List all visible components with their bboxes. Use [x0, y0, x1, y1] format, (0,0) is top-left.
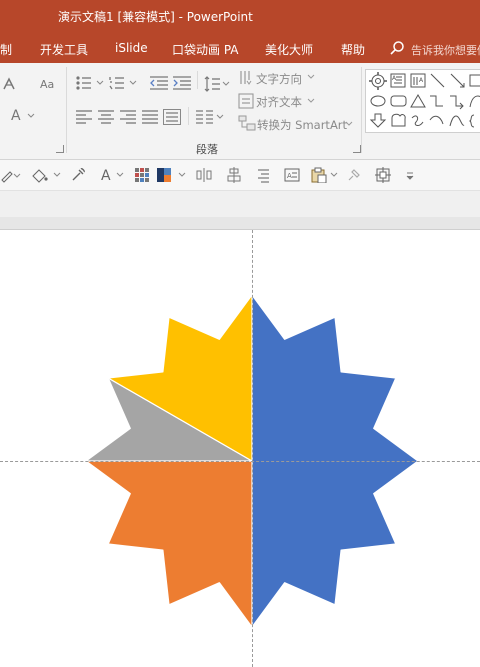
ruler: [0, 191, 480, 217]
rounded-rectangle-icon[interactable]: [390, 95, 407, 107]
curve-connector-icon[interactable]: [469, 95, 480, 108]
curve-icon[interactable]: [449, 115, 465, 127]
arrow-line-icon[interactable]: [450, 73, 465, 88]
select-pane-icon[interactable]: [375, 167, 391, 188]
smartart-icon[interactable]: [238, 115, 256, 131]
ribbon-separator: [188, 107, 189, 125]
svg-text:Aa: Aa: [40, 78, 54, 91]
font-color-icon[interactable]: A: [100, 167, 126, 188]
tab-developer[interactable]: 开发工具: [40, 41, 88, 58]
title-bar: 演示文稿1 [兼容模式] - PowerPoint: [0, 0, 480, 33]
numbering-icon[interactable]: [109, 76, 139, 90]
down-arrow-shape-icon[interactable]: [369, 113, 387, 128]
tab-islide[interactable]: iSlide: [115, 41, 148, 55]
triangle-icon[interactable]: [410, 94, 426, 108]
ribbon-separator: [66, 67, 67, 153]
bullets-icon[interactable]: [76, 76, 106, 90]
chevron-down-icon[interactable]: [307, 96, 315, 104]
svg-text:A: A: [11, 108, 21, 123]
shape-fill-icon[interactable]: [30, 167, 62, 188]
tab-record[interactable]: 制: [0, 41, 12, 58]
svg-text:A: A: [101, 168, 111, 183]
brace-icon[interactable]: [468, 114, 475, 128]
align-left-icon[interactable]: [76, 110, 92, 124]
align-text-button[interactable]: 对齐文本: [256, 94, 302, 110]
freeform-shape-icon[interactable]: [391, 113, 406, 127]
text-box-icon[interactable]: A: [284, 167, 300, 188]
justify-icon[interactable]: [142, 110, 158, 124]
chevron-down-icon[interactable]: [307, 72, 315, 80]
decrease-indent-icon[interactable]: [150, 76, 168, 90]
increase-indent-icon[interactable]: [173, 76, 191, 90]
paragraph-dialog-launcher[interactable]: [353, 145, 361, 153]
columns-icon[interactable]: [196, 110, 226, 124]
text-direction-button[interactable]: 文字方向: [256, 71, 302, 87]
oval-icon[interactable]: [370, 95, 386, 107]
align-center-vertical-icon[interactable]: [226, 167, 242, 188]
font-color-icon[interactable]: [2, 77, 16, 91]
slide-canvas-border: [0, 217, 480, 230]
pin-icon[interactable]: [346, 167, 362, 188]
tab-pocket-animation[interactable]: 口袋动画 PA: [172, 41, 239, 58]
color-grid-icon[interactable]: [134, 167, 150, 188]
convert-smartart-button[interactable]: 转换为 SmartArt: [257, 117, 347, 133]
tab-help[interactable]: 帮助: [341, 41, 365, 58]
arc-icon[interactable]: [429, 115, 444, 125]
format-toolbar: A A: [0, 160, 480, 191]
svg-text:A: A: [287, 172, 292, 180]
gear-icon[interactable]: [369, 72, 387, 90]
font-dialog-launcher[interactable]: [56, 145, 64, 153]
text-direction-icon[interactable]: [238, 70, 254, 86]
shape-outline-icon[interactable]: [0, 167, 24, 188]
paragraph-group-label: 段落: [196, 143, 218, 156]
star-segment-orange[interactable]: [85, 460, 253, 628]
align-center-icon[interactable]: [98, 110, 114, 124]
pie-star-chart[interactable]: [0, 230, 480, 667]
text-effects-icon[interactable]: A: [11, 107, 39, 123]
change-case-icon[interactable]: Aa: [40, 77, 62, 91]
line-spacing-icon[interactable]: [204, 76, 230, 92]
chevron-down-icon[interactable]: [345, 119, 353, 127]
slide-canvas[interactable]: [0, 230, 480, 667]
vertical-guide[interactable]: [252, 230, 253, 667]
eyedropper-icon[interactable]: [70, 167, 86, 188]
shapes-gallery[interactable]: A A: [365, 69, 480, 133]
ribbon-separator: [197, 71, 198, 89]
customize-toolbar-icon[interactable]: [405, 167, 415, 188]
ribbon-tabs: 制 开发工具 iSlide 口袋动画 PA 美化大师 帮助 告诉我你想要做什么: [0, 33, 480, 63]
window-title: 演示文稿1 [兼容模式] - PowerPoint: [58, 10, 253, 24]
ribbon-separator: [361, 67, 362, 153]
scribble-icon[interactable]: [411, 115, 424, 126]
distributed-icon[interactable]: [163, 109, 181, 125]
rectangle-shape-icon[interactable]: [469, 74, 480, 87]
horizontal-guide[interactable]: [0, 461, 480, 462]
line-icon[interactable]: [430, 73, 445, 88]
align-text-icon[interactable]: [238, 93, 254, 109]
elbow-arrow-connector-icon[interactable]: [450, 95, 464, 110]
svg-text:A: A: [419, 77, 424, 84]
text-box-icon[interactable]: A: [390, 73, 406, 88]
search-icon[interactable]: [389, 40, 405, 56]
vertical-text-box-icon[interactable]: A: [410, 73, 426, 88]
align-right-shapes-icon[interactable]: [255, 167, 271, 188]
align-right-icon[interactable]: [120, 110, 136, 124]
distribute-icon[interactable]: [196, 167, 212, 188]
theme-colors-icon[interactable]: [156, 167, 190, 188]
elbow-connector-icon[interactable]: [430, 95, 443, 107]
tab-beautify-master[interactable]: 美化大师: [265, 41, 313, 58]
svg-text:A: A: [392, 75, 397, 82]
tell-me-input[interactable]: 告诉我你想要做什么: [411, 42, 480, 58]
paste-icon[interactable]: [310, 167, 340, 188]
